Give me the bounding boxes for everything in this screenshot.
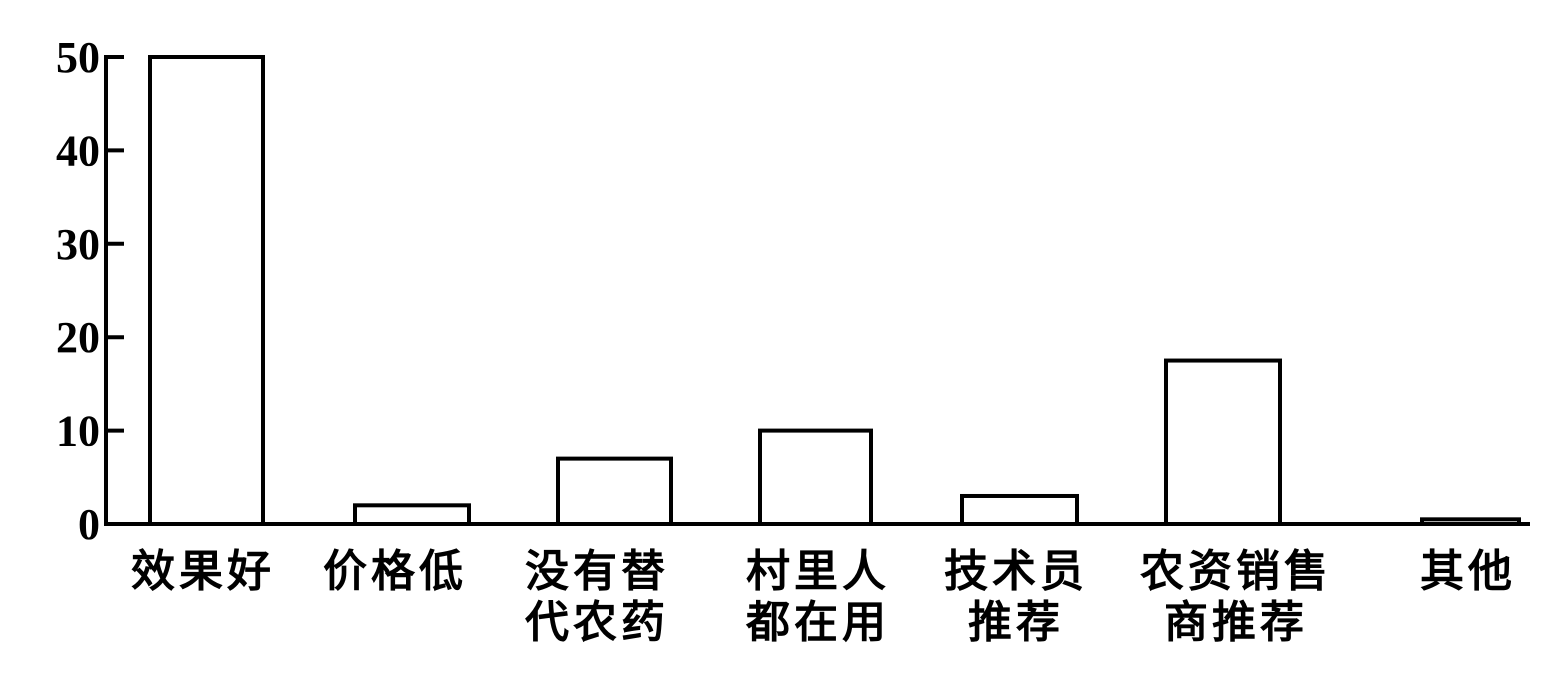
bar [353,503,471,527]
category-label: 价格低 [323,546,467,597]
y-ticks: 0 10 20 30 40 50 [56,33,124,549]
bar [1164,358,1282,526]
category-label: 都在用 [745,597,890,648]
y-tick-label: 40 [56,126,100,175]
category-label: 村里人 [746,546,890,597]
category-label: 其他 [1420,546,1516,597]
bar [148,55,265,526]
category-label: 技术员 [944,546,1088,597]
bar [1420,517,1521,527]
category-label: 代农药 [524,597,669,648]
bar [758,428,873,527]
bar-chart: 0 10 20 30 40 50 效果好 价格低 没有替代农药 村里人都在用 技术员推荐 农资销售商… [56,33,1530,648]
bar [960,493,1079,527]
category-label: 效果好 [131,546,275,597]
category-label: 商推荐 [1164,597,1308,648]
bar [556,456,673,526]
category-label: 没有替 [525,546,669,597]
category-label: 农资销售 [1140,546,1332,597]
y-tick-label: 0 [78,500,100,549]
y-tick-label: 10 [56,407,100,456]
category-labels: 效果好 价格低 没有替代农药 村里人都在用 技术员推荐 农资销售商推荐 其他 [131,546,1516,648]
category-label: 推荐 [968,597,1064,648]
y-tick-label: 30 [56,220,100,269]
y-tick-label: 50 [56,33,100,82]
y-tick-label: 20 [56,313,100,362]
bars [148,55,1521,527]
